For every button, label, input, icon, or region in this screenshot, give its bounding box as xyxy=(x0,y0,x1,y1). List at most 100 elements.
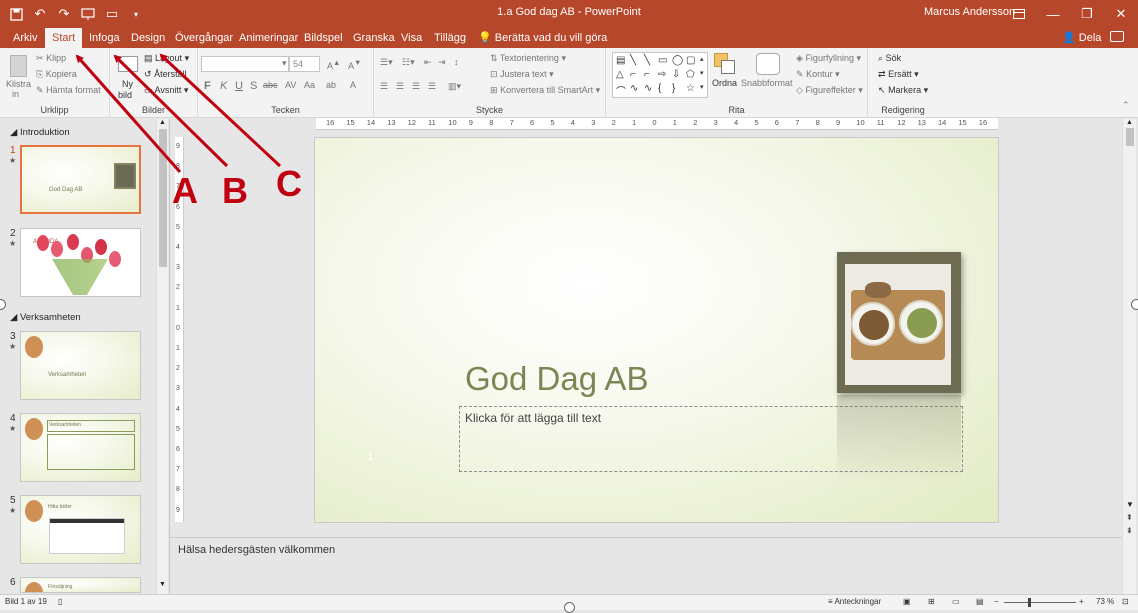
numbering-icon[interactable]: ☷▾ xyxy=(402,57,415,68)
notes-pane[interactable]: Hälsa hedersgästen välkommen xyxy=(170,537,1122,594)
quick-styles-icon[interactable] xyxy=(756,53,780,75)
new-slide-label-2[interactable]: bild xyxy=(118,90,132,100)
justify-icon[interactable]: ☰ xyxy=(428,81,436,92)
previous-slide-icon[interactable]: ⇞ xyxy=(1126,513,1133,522)
bullets-icon[interactable]: ☰▾ xyxy=(380,57,393,68)
highlight-icon[interactable]: ab xyxy=(326,80,336,90)
arrange-label[interactable]: Ordna xyxy=(712,78,737,88)
tab-visa[interactable]: Visa xyxy=(394,28,429,48)
align-left-icon[interactable]: ☰ xyxy=(380,81,388,92)
minimize-icon[interactable]: — xyxy=(1036,0,1070,28)
scrollbar-thumb[interactable] xyxy=(1126,128,1134,146)
strikethrough-icon[interactable]: abc xyxy=(263,80,278,90)
notes-toggle[interactable]: ≡ Anteckningar xyxy=(828,597,881,606)
font-size-field[interactable]: 54 xyxy=(289,56,320,72)
quick-styles-label[interactable]: Snabbformat xyxy=(741,78,793,88)
food-photo[interactable] xyxy=(837,252,961,393)
slide-thumbnail-3[interactable]: Verksamheten xyxy=(20,331,141,400)
elbow-arrow-icon[interactable]: ⌐ xyxy=(644,69,650,80)
tab-start[interactable]: Start xyxy=(45,28,83,48)
scroll-down-icon[interactable]: ▼ xyxy=(159,581,166,588)
text-direction-button[interactable]: ⇅ Textorientering ▾ xyxy=(490,53,566,64)
decrease-indent-icon[interactable]: ⇤ xyxy=(424,57,432,68)
tab-bildspel[interactable]: Bildspel xyxy=(297,28,350,48)
elbow-connector-icon[interactable]: ⌐ xyxy=(630,69,636,80)
slideshow-view-icon[interactable]: ▤ xyxy=(976,597,984,606)
shapes-gallery[interactable]: ▤ ╲ ╲ ▭ ◯ ▢ △ ⌐ ⌐ ⇨ ⇩ ⬠ ⌒ ∿ ∿ { } ☆ ▴ ▾ … xyxy=(612,52,708,98)
arrange-icon[interactable] xyxy=(714,53,736,75)
thumbnail-scrollbar[interactable]: ▲ ▼ xyxy=(156,119,168,594)
gallery-up-icon[interactable]: ▴ xyxy=(700,55,704,63)
spelling-icon[interactable]: ▯ xyxy=(58,597,62,606)
new-slide-label[interactable]: Ny xyxy=(122,79,133,89)
triangle-shape-icon[interactable]: △ xyxy=(616,69,624,80)
reset-button[interactable]: ↺ Återställ xyxy=(144,69,187,80)
arc-shape-icon[interactable]: ⌒ xyxy=(616,83,626,98)
down-arrow-shape-icon[interactable]: ⇩ xyxy=(672,69,680,80)
slide-scrollbar[interactable]: ▲ ▼ ⇞ ⇟ xyxy=(1122,119,1136,594)
paste-label-2[interactable]: in xyxy=(12,89,19,99)
scroll-up-icon[interactable]: ▲ xyxy=(1126,119,1133,126)
horizontal-ruler[interactable]: 16 15 14 13 12 11 10 9 8 7 6 5 4 3 2 1 0 1 2 3 4 5 6 7 8 9 10 11 12 1… xyxy=(316,118,998,130)
brace-left-shape-icon[interactable]: { xyxy=(658,83,661,94)
section-button[interactable]: ▭ Avsnitt ▾ xyxy=(144,85,188,96)
slide-thumbnail-6[interactable]: Försäljning xyxy=(20,577,141,593)
align-right-icon[interactable]: ☰ xyxy=(412,81,420,92)
freeform-shape-icon[interactable]: ∿ xyxy=(644,83,652,94)
slide-thumbnail-1[interactable]: God Dag AB xyxy=(20,145,141,214)
fit-to-window-icon[interactable]: ⊡ xyxy=(1122,597,1129,606)
line-spacing-icon[interactable]: ↕ xyxy=(454,57,459,67)
align-center-icon[interactable]: ☰ xyxy=(396,81,404,92)
slide-thumbnail-4[interactable]: Verksamheten xyxy=(20,413,141,482)
star-shape-icon[interactable]: ☆ xyxy=(686,83,695,94)
zoom-out-icon[interactable]: − xyxy=(994,597,999,606)
shape-outline-button[interactable]: ✎ Kontur ▾ xyxy=(796,69,840,80)
right-arrow-shape-icon[interactable]: ⇨ xyxy=(658,69,666,80)
zoom-slider[interactable] xyxy=(1004,602,1076,603)
rectangle-shape-icon[interactable]: ▭ xyxy=(658,55,667,66)
scroll-down-icon[interactable]: ▼ xyxy=(1126,500,1134,509)
find-button[interactable]: ⌕ Sök xyxy=(878,53,901,64)
ribbon-display-options-icon[interactable] xyxy=(1002,0,1036,28)
zoom-slider-handle[interactable] xyxy=(1028,598,1031,607)
collapse-ribbon-icon[interactable]: ⌃ xyxy=(1122,100,1130,111)
format-painter-button[interactable]: ✎ Hämta format xyxy=(36,85,101,96)
tab-infoga[interactable]: Infoga xyxy=(82,28,127,48)
font-name-dropdown-icon[interactable]: ▾ xyxy=(282,58,287,69)
shape-effects-button[interactable]: ◇ Figureffekter ▾ xyxy=(796,85,863,96)
columns-icon[interactable]: ▥▾ xyxy=(448,81,461,92)
gallery-down-icon[interactable]: ▾ xyxy=(700,69,704,77)
resize-handle-right[interactable] xyxy=(1131,299,1138,310)
tell-me-box[interactable]: 💡 Berätta vad du vill göra xyxy=(478,28,607,48)
zoom-level[interactable]: 73 % xyxy=(1096,597,1114,606)
oval-shape-icon[interactable]: ◯ xyxy=(672,55,683,66)
copy-button[interactable]: ⎘ Kopiera xyxy=(36,69,77,80)
restore-icon[interactable]: ❐ xyxy=(1070,0,1104,28)
italic-icon[interactable]: K xyxy=(220,80,227,92)
new-slide-icon[interactable] xyxy=(118,56,138,72)
section-introduktion[interactable]: ◢ Introduktion xyxy=(10,127,70,138)
line-shape-icon[interactable]: ╲ xyxy=(630,55,636,66)
gallery-more-icon[interactable]: ▾ xyxy=(700,83,704,91)
font-name-field[interactable] xyxy=(201,56,289,72)
shape-fill-button[interactable]: ◈ Figurfyllning ▾ xyxy=(796,53,861,64)
section-verksamheten[interactable]: ◢ Verksamheten xyxy=(10,312,81,323)
font-color-icon[interactable]: A xyxy=(350,80,356,90)
slide-canvas[interactable]: God Dag AB Klicka för att lägga till tex… xyxy=(314,137,999,523)
char-spacing-icon[interactable]: AV xyxy=(285,80,296,90)
bold-icon[interactable]: F xyxy=(204,80,211,92)
brace-right-shape-icon[interactable]: } xyxy=(672,83,675,94)
tab-tillagg[interactable]: Tillägg xyxy=(427,28,473,48)
cut-button[interactable]: ✂ Klipp xyxy=(36,53,66,64)
textbox-shape-icon[interactable]: ▤ xyxy=(616,55,625,66)
slide-title[interactable]: God Dag AB xyxy=(465,360,648,398)
smartart-button[interactable]: ⊞ Konvertera till SmartArt ▾ xyxy=(490,85,600,96)
tab-overgangar[interactable]: Övergångar xyxy=(168,28,240,48)
close-icon[interactable]: ✕ xyxy=(1104,0,1138,28)
change-case-icon[interactable]: Aa xyxy=(304,80,315,90)
resize-handle-bottom[interactable] xyxy=(564,602,575,613)
paste-icon[interactable] xyxy=(10,55,27,77)
reading-view-icon[interactable]: ▭ xyxy=(952,597,960,606)
line2-shape-icon[interactable]: ╲ xyxy=(644,55,650,66)
comment-icon[interactable] xyxy=(1110,31,1124,42)
